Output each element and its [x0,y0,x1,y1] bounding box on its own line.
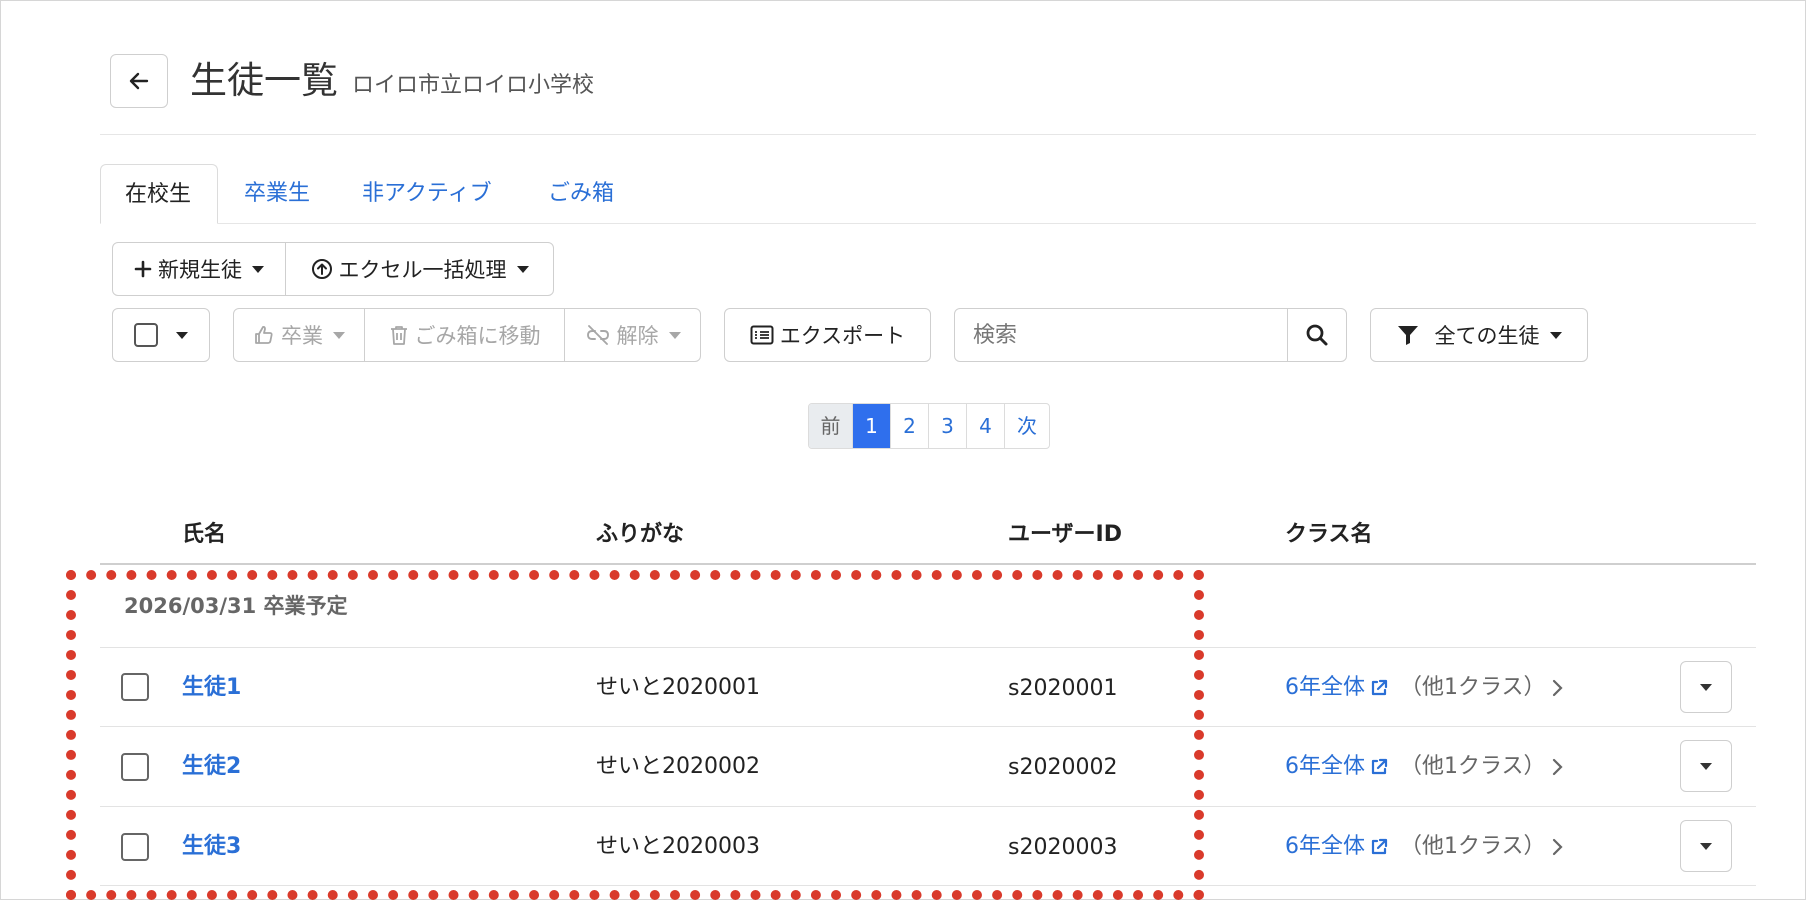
class-link-label: 6年全体 [1285,675,1365,700]
export-button[interactable]: エクスポート [724,308,931,362]
pagination-prev[interactable]: 前 [809,404,853,448]
pagination-page-1[interactable]: 1 [853,404,891,448]
tab-graduates[interactable]: 卒業生 [220,164,334,224]
filter-label: 全ての生徒 [1434,324,1540,348]
furigana-cell: せいと2020003 [596,834,760,859]
search-button[interactable] [1287,308,1347,362]
tabs-divider [218,223,1756,224]
class-link-label: 6年全体 [1285,754,1365,779]
external-link-icon [1371,838,1388,855]
row-checkbox[interactable] [121,673,149,701]
pagination-page-2[interactable]: 2 [891,404,929,448]
class-link[interactable]: 6年全体 [1285,832,1389,862]
search-icon [1306,324,1328,346]
select-all-dropdown[interactable] [112,308,210,362]
caret-down-icon [176,331,188,339]
furigana-cell: せいと2020001 [596,675,760,700]
row-action-dropdown[interactable] [1680,740,1732,792]
tab-trash[interactable]: ごみ箱 [524,164,638,224]
chevron-right-icon [1552,758,1563,776]
page-title: 生徒一覧 [190,59,338,102]
arrow-left-icon [129,72,149,90]
user-id-cell: s2020001 [1008,676,1118,701]
caret-down-icon [1700,842,1712,850]
header-divider [100,134,1756,135]
other-classes-label: （他1クラス） [1400,675,1546,700]
unlink-icon [586,325,609,345]
caret-down-icon [516,265,529,273]
row-divider [100,806,1756,807]
external-link-icon [1371,679,1388,696]
back-button[interactable] [110,54,168,108]
row-checkbox[interactable] [121,753,149,781]
move-to-trash-label: ごみ箱に移動 [414,324,541,348]
student-name-link[interactable]: 生徒2 [182,752,241,782]
excel-bulk-button[interactable]: エクセル一括処理 [285,242,554,296]
other-classes-toggle[interactable]: （他1クラス） [1400,832,1564,862]
student-name-link[interactable]: 生徒1 [182,673,241,703]
new-student-button[interactable]: 新規生徒 [112,242,286,296]
other-classes-label: （他1クラス） [1400,754,1546,779]
page-subtitle: ロイロ市立ロイロ小学校 [352,73,595,98]
caret-down-icon [333,331,345,339]
select-all-checkbox[interactable] [134,323,158,347]
excel-bulk-label: エクセル一括処理 [338,258,507,282]
class-link[interactable]: 6年全体 [1285,752,1389,782]
graduate-label: 卒業 [281,324,323,348]
chevron-right-icon [1552,679,1563,697]
pagination-page-4[interactable]: 4 [967,404,1005,448]
search-input[interactable] [954,308,1288,362]
row-action-dropdown[interactable] [1680,820,1732,872]
pagination-page-3[interactable]: 3 [929,404,967,448]
caret-down-icon [1700,683,1712,691]
unlink-label: 解除 [616,324,659,348]
external-link-icon [1371,758,1388,775]
chevron-right-icon [1552,838,1563,856]
row-action-dropdown[interactable] [1680,661,1732,713]
filter-icon [1397,326,1418,345]
caret-down-icon [1700,762,1712,770]
caret-down-icon [252,265,264,273]
trash-icon [390,326,407,345]
user-id-cell: s2020003 [1008,835,1118,860]
group-label: 2026/03/31 卒業予定 [124,594,348,618]
tab-current-students[interactable]: 在校生 [100,164,218,224]
upload-circle-icon [311,259,332,279]
graduate-button[interactable]: 卒業 [233,308,365,362]
other-classes-label: （他1クラス） [1400,834,1546,859]
caret-down-icon [668,331,681,339]
row-divider [100,885,1756,886]
pagination-next[interactable]: 次 [1005,404,1049,448]
furigana-cell: せいと2020002 [596,754,760,779]
pagination: 前 1 2 3 4 次 [808,403,1050,449]
other-classes-toggle[interactable]: （他1クラス） [1400,673,1564,703]
class-link[interactable]: 6年全体 [1285,673,1389,703]
user-id-cell: s2020002 [1008,755,1118,780]
class-link-label: 6年全体 [1285,834,1365,859]
caret-down-icon [1549,331,1562,339]
tab-inactive[interactable]: 非アクティブ [338,164,516,224]
thumbs-up-icon [255,326,273,344]
column-header-furigana: ふりがな [596,522,685,547]
filter-dropdown[interactable]: 全ての生徒 [1370,308,1588,362]
student-name-link[interactable]: 生徒3 [182,832,241,862]
plus-icon [134,260,152,278]
column-header-name: 氏名 [182,522,227,547]
row-divider [100,647,1756,648]
unlink-button[interactable]: 解除 [564,308,701,362]
row-divider [100,726,1756,727]
table-header-divider [100,563,1756,565]
export-label: エクスポート [779,324,906,348]
column-header-user-id: ユーザーID [1008,522,1123,547]
other-classes-toggle[interactable]: （他1クラス） [1400,752,1564,782]
list-icon [750,325,774,345]
column-header-class: クラス名 [1285,522,1373,547]
move-to-trash-button[interactable]: ごみ箱に移動 [364,308,565,362]
new-student-label: 新規生徒 [158,258,242,282]
row-checkbox[interactable] [121,833,149,861]
